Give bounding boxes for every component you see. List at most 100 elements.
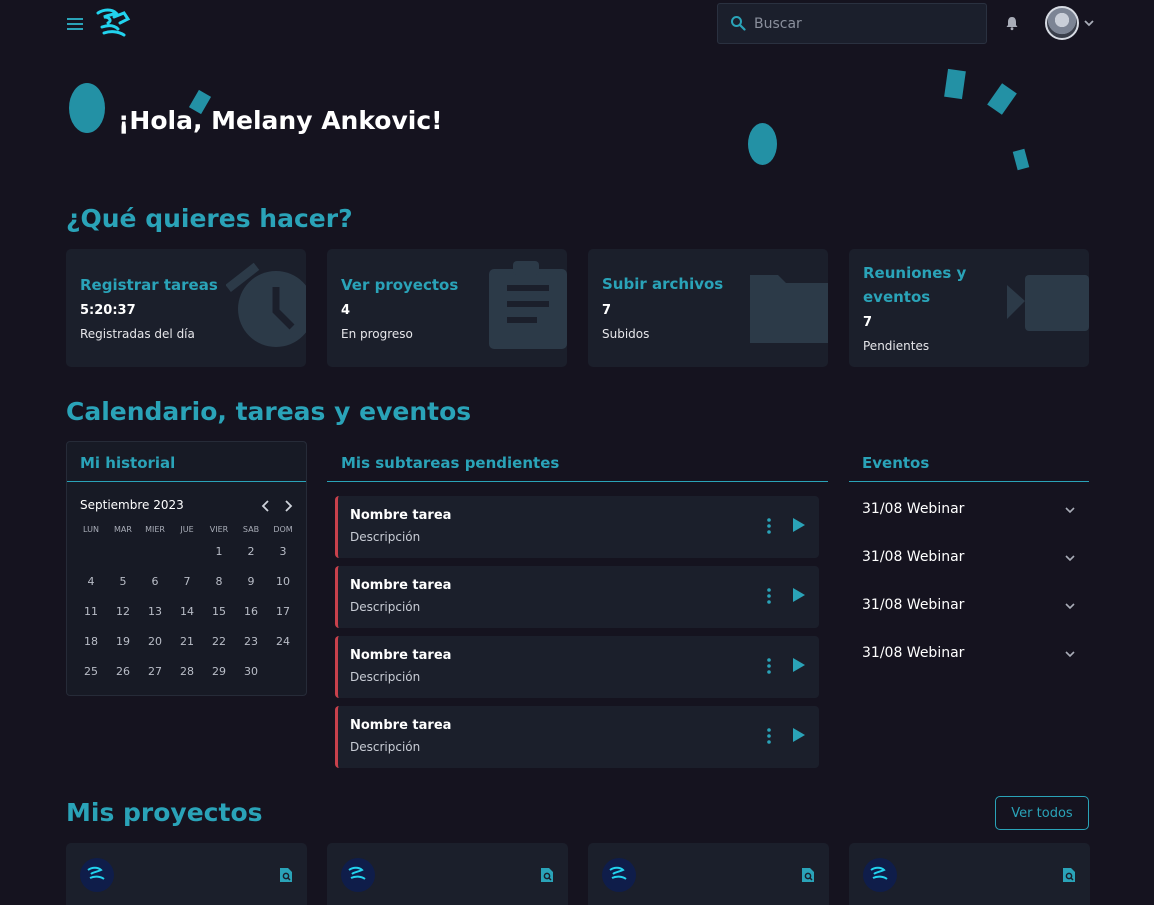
confetti-oval [748,123,777,165]
action-card-title: Ver proyectos [341,276,459,294]
task-description: Descripción [350,740,421,754]
more-vertical-icon[interactable] [766,728,772,744]
task-name: Nombre tarea [350,578,452,593]
calendar-day[interactable]: 12 [107,605,139,618]
task-card[interactable]: Nombre tarea Descripción [335,496,819,558]
calendar-day[interactable]: 5 [107,575,139,588]
file-search-icon[interactable] [540,867,554,883]
projects-title: Mis proyectos [66,798,263,827]
task-description: Descripción [350,670,421,684]
avatar[interactable] [1045,6,1079,40]
calendar-day[interactable]: 28 [171,665,203,678]
divider [327,481,828,482]
calendar-day[interactable]: 14 [171,605,203,618]
event-item[interactable]: 31/08 Webinar [862,547,1076,571]
calendar-day[interactable]: 30 [235,665,267,678]
calendar-day[interactable]: 3 [267,545,299,558]
logo[interactable] [94,7,134,41]
search-input[interactable] [754,12,974,36]
calendar-day[interactable]: 19 [107,635,139,648]
confetti-rect [944,68,966,100]
chevron-down-icon[interactable] [1082,16,1096,30]
task-description: Descripción [350,600,421,614]
calendar-day[interactable]: 24 [267,635,299,648]
calendar-day[interactable]: 11 [75,605,107,618]
action-card-sub: Subidos [602,327,650,341]
project-logo [80,858,114,892]
calendar-day[interactable]: 17 [267,605,299,618]
calendar-day[interactable]: 15 [203,605,235,618]
project-card[interactable] [849,843,1090,905]
chevron-down-icon[interactable] [1064,505,1076,515]
action-card-upload-files[interactable]: Subir archivos 7 Subidos [588,249,828,367]
calendar-section-title: Calendario, tareas y eventos [66,397,472,426]
calendar-day[interactable]: 22 [203,635,235,648]
calendar-day[interactable]: 2 [235,545,267,558]
calendar-day[interactable]: 26 [107,665,139,678]
play-icon[interactable] [791,656,807,674]
calendar-day[interactable]: 9 [235,575,267,588]
search-box[interactable] [717,3,987,44]
task-card[interactable]: Nombre tarea Descripción [335,566,819,628]
bell-icon[interactable] [1004,15,1020,31]
calendar-day[interactable]: 23 [235,635,267,648]
event-label: 31/08 Webinar [862,645,965,661]
calendar-week: 18 19 20 21 22 23 24 [75,626,299,656]
more-vertical-icon[interactable] [766,588,772,604]
more-vertical-icon[interactable] [766,658,772,674]
calendar-day[interactable]: 20 [139,635,171,648]
search-icon [731,16,746,31]
calendar-day[interactable]: 6 [139,575,171,588]
calendar-day[interactable]: 10 [267,575,299,588]
calendar-month: Septiembre 2023 [80,498,184,512]
calendar-day[interactable]: 13 [139,605,171,618]
event-item[interactable]: 31/08 Webinar [862,499,1076,523]
task-card[interactable]: Nombre tarea Descripción [335,636,819,698]
action-card-value: 5:20:37 [80,303,136,318]
event-item[interactable]: 31/08 Webinar [862,643,1076,667]
chevron-left-icon[interactable] [260,499,272,513]
calendar-weekday: SAB [242,524,260,534]
calendar-day[interactable]: 29 [203,665,235,678]
calendar-day[interactable]: 18 [75,635,107,648]
chevron-down-icon[interactable] [1064,601,1076,611]
event-label: 31/08 Webinar [862,501,965,517]
calendar-weekday: VIER [209,524,229,534]
history-calendar: Mi historial Septiembre 2023 LUN MAR MIER J… [66,441,307,696]
calendar-day[interactable]: 16 [235,605,267,618]
confetti-oval [69,83,105,133]
play-icon[interactable] [791,586,807,604]
action-card-title: Registrar tareas [80,276,218,294]
play-icon[interactable] [791,726,807,744]
file-search-icon[interactable] [1062,867,1076,883]
project-card[interactable] [327,843,568,905]
event-item[interactable]: 31/08 Webinar [862,595,1076,619]
project-card[interactable] [588,843,829,905]
calendar-day[interactable]: 8 [203,575,235,588]
calendar-day[interactable]: 21 [171,635,203,648]
calendar-day[interactable]: 7 [171,575,203,588]
view-all-button[interactable]: Ver todos [995,796,1089,830]
play-icon[interactable] [791,516,807,534]
menu-icon[interactable] [66,14,86,34]
action-card-meetings[interactable]: Reuniones y eventos 7 Pendientes [849,249,1089,367]
chevron-down-icon[interactable] [1064,649,1076,659]
file-search-icon[interactable] [801,867,815,883]
calendar-day[interactable]: 25 [75,665,107,678]
file-search-icon[interactable] [279,867,293,883]
calendar-day[interactable]: 1 [203,545,235,558]
divider [849,481,1089,482]
project-card[interactable] [66,843,307,905]
action-card-projects[interactable]: Ver proyectos 4 En progreso [327,249,567,367]
calendar-weekday: MIER [145,524,165,534]
calendar-week: 4 5 6 7 8 9 10 [75,566,299,596]
action-card-register-tasks[interactable]: Registrar tareas 5:20:37 Registradas del… [66,249,306,367]
task-card[interactable]: Nombre tarea Descripción [335,706,819,768]
calendar-day[interactable]: 4 [75,575,107,588]
action-card-value: 4 [341,303,351,318]
calendar-day[interactable]: 27 [139,665,171,678]
more-vertical-icon[interactable] [766,518,772,534]
subtasks-title: Mis subtareas pendientes [341,454,560,472]
chevron-down-icon[interactable] [1064,553,1076,563]
chevron-right-icon[interactable] [282,499,294,513]
